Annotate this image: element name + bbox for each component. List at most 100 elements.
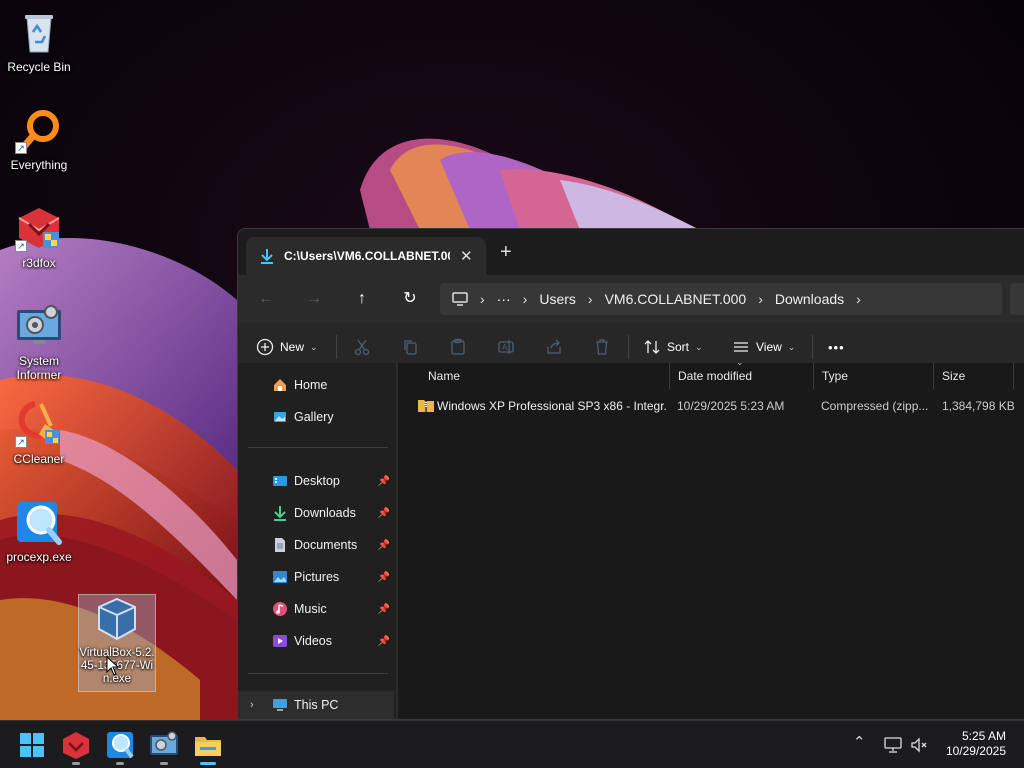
tab-downloads[interactable]: C:\Users\VM6.COLLABNET.000 ✕ [246,237,486,275]
file-list: Name Date modified ⌄ Type Size Windows X… [398,357,1024,719]
pin-icon: 📌 [377,603,390,615]
clock-time: 5:25 AM [961,729,1006,743]
download-icon [274,506,286,521]
share-button[interactable] [545,335,563,359]
file-row[interactable]: Windows XP Professional SP3 x86 - Integr… [398,393,1024,419]
nav-item-label: Home [294,378,328,392]
recycle-bin-icon [15,8,63,56]
nav-item-music[interactable]: Music 📌 [238,595,394,623]
desktop-icon-system-informer[interactable]: System Informer [0,302,78,382]
breadcrumb-chevron-icon[interactable]: › [588,291,593,307]
clipboard-icon [451,338,465,355]
system-clock[interactable]: 5:25 AM 10/29/2025 [946,729,1006,759]
toolbar-divider [336,335,337,359]
process-explorer-icon [107,732,134,759]
desktop-icon-recycle-bin[interactable]: Recycle Bin [0,8,78,74]
toolbar-divider [812,335,813,359]
nav-item-documents[interactable]: Documents 📌 [238,531,394,559]
system-informer-icon [15,302,63,350]
breadcrumb-chevron-icon[interactable]: › [758,291,763,307]
shortcut-arrow-icon: ↗ [15,436,27,448]
nav-item-label: Gallery [294,410,334,424]
search-box[interactable] [1010,283,1024,315]
desktop-icon-label: System Informer [16,354,62,382]
breadcrumb-overflow-icon[interactable]: ··· [497,291,511,307]
rename-icon: A [498,340,514,354]
desktop-icon-r3dfox[interactable]: ↗ r3dfox [0,204,78,270]
chevron-right-icon[interactable]: › [250,699,254,711]
nav-item-home[interactable]: Home [238,371,394,399]
nav-item-gallery[interactable]: Gallery [238,403,394,431]
explorer-content: Home Gallery Desktop 📌 Downloads 📌 Docum… [238,357,1024,719]
address-bar[interactable]: › ··· › Users › VM6.COLLABNET.000 › Down… [440,283,1002,315]
file-explorer-window[interactable]: C:\Users\VM6.COLLABNET.000 ✕ + ← → ↑ ↻ ›… [237,228,1024,720]
up-button[interactable]: ↑ [350,287,374,311]
pin-icon: 📌 [377,635,390,647]
file-name: Windows XP Professional SP3 x86 - Integr… [437,399,667,413]
cut-button[interactable] [353,335,371,359]
chevron-down-icon: ⌄ [787,341,796,352]
breadcrumb-chevron-icon[interactable]: › [480,291,485,307]
nav-item-pictures[interactable]: Pictures 📌 [238,563,394,591]
taskbar-system-informer[interactable] [148,729,180,765]
taskbar-procexp[interactable] [104,729,136,765]
close-tab-icon[interactable]: ✕ [460,247,473,265]
desktop-icon-virtualbox-installer[interactable]: VirtualBox-5.2.45-135677-Win.exe [78,594,156,692]
nav-divider [248,673,388,674]
breadcrumb-chevron-icon[interactable]: › [523,291,528,307]
nav-item-this-pc[interactable]: › This PC [238,691,394,719]
chevron-down-icon: ⌄ [310,341,318,352]
desktop-folder-icon [273,476,287,486]
breadcrumb-downloads[interactable]: Downloads [775,291,844,307]
column-header-size[interactable]: Size [934,363,1014,389]
chevron-up-icon[interactable]: ⌃ [853,733,866,751]
zip-folder-icon [418,400,434,412]
desktop-icon-ccleaner[interactable]: ↗ CCleaner [0,400,78,466]
nav-item-videos[interactable]: Videos 📌 [238,627,394,655]
taskbar-r3dfox[interactable] [60,729,92,765]
pictures-icon [273,571,287,583]
breadcrumb-users[interactable]: Users [539,291,576,307]
tab-title: C:\Users\VM6.COLLABNET.000 [284,249,450,263]
desktop-icon-everything[interactable]: ↗ Everything [0,106,78,172]
nav-item-label: Videos [294,634,332,648]
start-button[interactable] [16,729,48,761]
see-more-button[interactable]: ••• [828,335,845,359]
rename-button[interactable]: A [497,335,515,359]
plus-circle-icon [256,338,274,356]
column-header-name[interactable]: Name [420,363,670,389]
r3dfox-icon [63,732,89,759]
desktop-icon-label: Recycle Bin [7,60,71,74]
network-icon[interactable] [884,737,902,753]
back-button[interactable]: ← [254,287,278,311]
mouse-cursor-icon [106,656,120,676]
monitor-icon [452,292,468,306]
taskbar-file-explorer[interactable] [192,729,224,765]
file-size: 1,384,798 KB [942,399,1015,413]
refresh-button[interactable]: ↻ [398,287,422,311]
volume-muted-icon[interactable] [910,737,928,753]
breadcrumb-chevron-icon[interactable]: › [856,291,861,307]
forward-button[interactable]: → [302,287,326,311]
sort-button[interactable]: Sort ⌄ [643,335,703,359]
column-header-type[interactable]: Type [814,363,934,389]
delete-button[interactable] [593,335,611,359]
nav-item-label: Desktop [294,474,340,488]
new-tab-button[interactable]: + [500,241,512,264]
new-button[interactable]: New ⌄ [256,335,318,359]
nav-item-downloads[interactable]: Downloads 📌 [238,499,394,527]
desktop-icon-procexp[interactable]: procexp.exe [0,498,78,564]
pin-icon: 📌 [377,571,390,583]
view-button[interactable]: View ⌄ [732,335,795,359]
everything-search-icon: ↗ [15,106,63,154]
ccleaner-icon: ↗ [15,400,63,448]
breadcrumb-user-folder[interactable]: VM6.COLLABNET.000 [605,291,747,307]
sort-icon [644,340,660,354]
paste-button[interactable] [449,335,467,359]
desktop-icon-label: CCleaner [13,452,65,466]
nav-item-label: This PC [294,698,339,712]
tab-strip: C:\Users\VM6.COLLABNET.000 ✕ + [238,229,1024,275]
copy-button[interactable] [401,335,419,359]
nav-item-desktop[interactable]: Desktop 📌 [238,467,394,495]
download-icon [261,249,273,264]
